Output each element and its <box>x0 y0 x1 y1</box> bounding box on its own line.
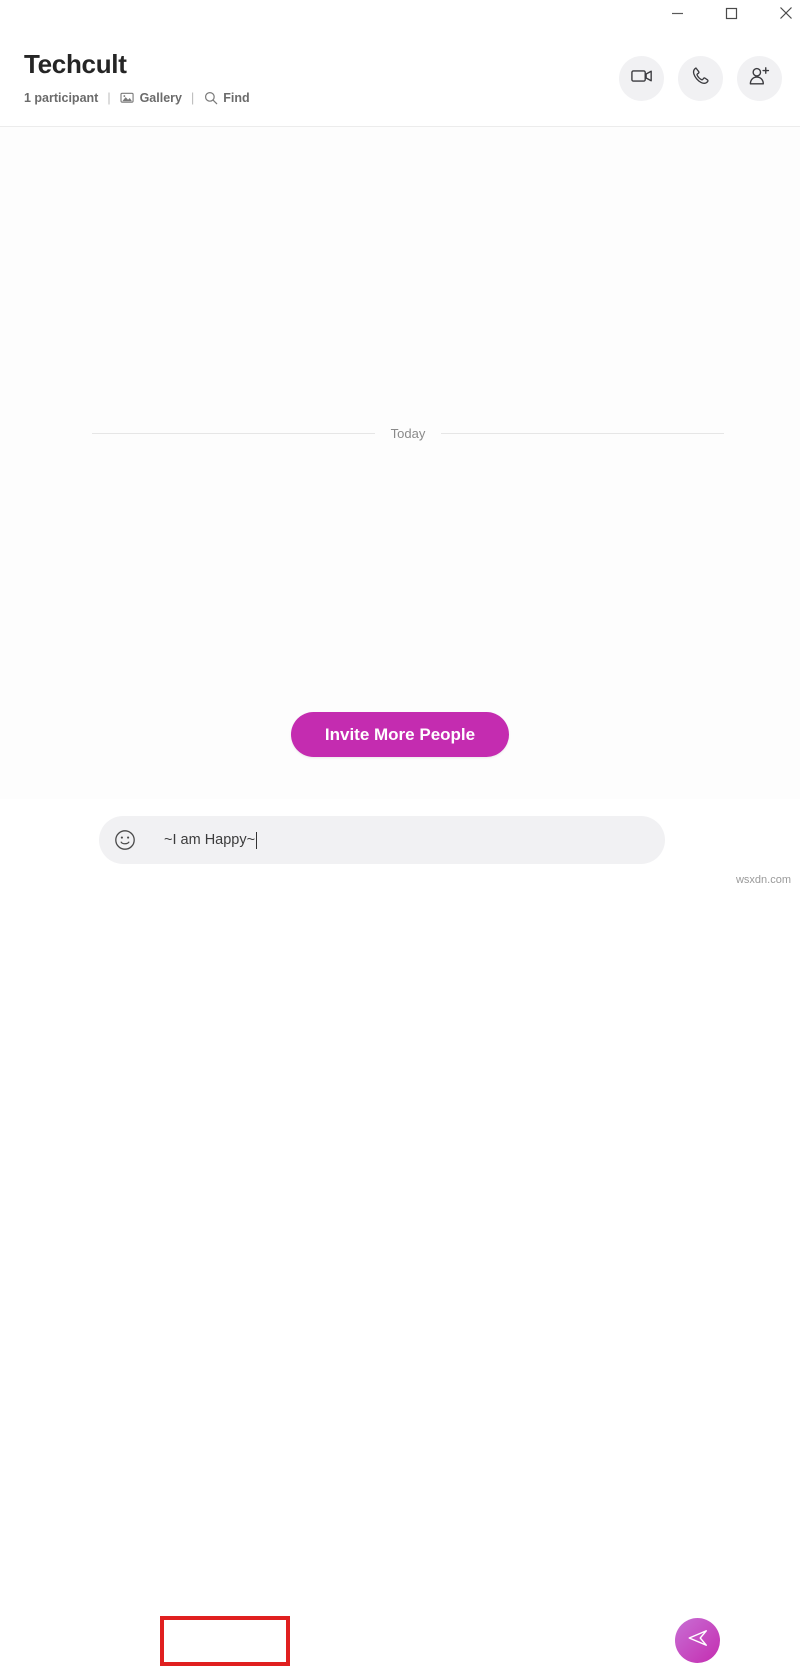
search-icon <box>203 90 218 105</box>
message-composer: ~I am Happy~ <box>0 799 800 1666</box>
message-input-bar[interactable]: ~I am Happy~ <box>99 816 665 864</box>
annotation-highlight-box <box>160 1616 290 1666</box>
image-icon <box>120 90 135 105</box>
meta-separator-1: | <box>107 90 111 105</box>
date-divider: Today <box>92 426 725 441</box>
divider-line-left <box>92 433 375 434</box>
minimize-icon <box>671 7 684 20</box>
watermark: wsxdn.com <box>735 874 791 886</box>
invite-more-people-button[interactable]: Invite More People <box>290 712 510 757</box>
meta-separator-2: | <box>190 90 195 105</box>
person-add-icon <box>748 66 771 92</box>
video-call-button[interactable] <box>619 56 664 101</box>
video-camera-icon <box>630 68 653 89</box>
page-title: Techcult <box>24 49 127 79</box>
chat-message-area: Today Invite More People <box>0 127 800 799</box>
divider-line-right <box>441 433 725 434</box>
add-people-button[interactable] <box>737 56 782 101</box>
phone-icon <box>691 66 711 91</box>
window-titlebar <box>0 0 800 26</box>
send-message-button[interactable] <box>675 1618 720 1663</box>
maximize-button[interactable] <box>708 0 754 26</box>
find-button[interactable]: Find <box>203 90 250 105</box>
minimize-button[interactable] <box>654 0 700 26</box>
participant-count: 1 participant <box>24 90 99 105</box>
maximize-icon <box>725 7 738 20</box>
date-divider-label: Today <box>390 426 426 441</box>
header-action-buttons <box>619 56 782 101</box>
chat-header: Techcult 1 participant | Gallery | Find <box>0 26 800 127</box>
invite-button-container: Invite More People <box>0 712 800 757</box>
gallery-button[interactable]: Gallery <box>120 90 182 105</box>
find-label: Find <box>223 90 250 105</box>
send-plane-icon <box>686 1626 710 1655</box>
text-cursor <box>256 831 258 849</box>
message-input[interactable]: ~I am Happy~ <box>164 829 258 851</box>
gallery-label: Gallery <box>139 90 182 105</box>
audio-call-button[interactable] <box>678 56 723 101</box>
smiley-icon[interactable] <box>113 828 137 852</box>
message-input-value: ~I am Happy~ <box>164 832 256 848</box>
close-icon <box>779 6 793 20</box>
close-button[interactable] <box>763 0 800 26</box>
chat-meta-row: 1 participant | Gallery | Find <box>24 90 250 105</box>
